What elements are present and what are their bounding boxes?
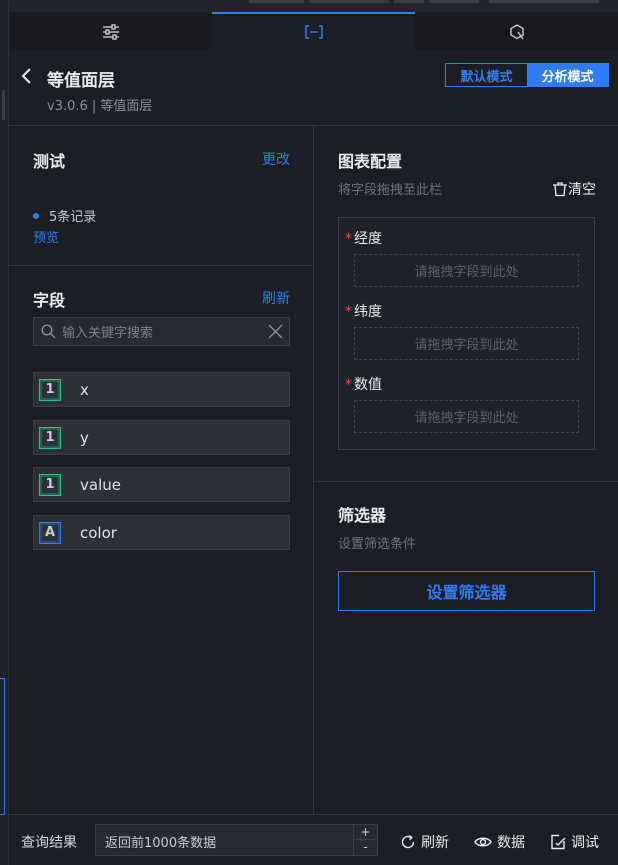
divider — [314, 481, 618, 482]
field-name: y — [80, 428, 89, 447]
filter-title: 筛选器 — [338, 506, 387, 525]
analysis-mode-button[interactable]: 分析模式 — [527, 64, 608, 86]
field-item[interactable]: 1 y — [33, 420, 290, 455]
drop-zone-latitude[interactable]: 请拖拽字段到此处 — [354, 327, 579, 360]
field-name: value — [80, 475, 121, 494]
chart-config-title: 图表配置 — [338, 152, 403, 171]
chart-config-panel: 图表配置 将字段拖拽至此栏 清空 * 经度 请拖拽字段到此处 * 纬度 请拖拽字段到… — [314, 126, 618, 814]
interaction-icon — [509, 24, 524, 40]
field-item[interactable]: A color — [33, 515, 290, 550]
component-version: v3.0.6 | 等值面层 — [47, 99, 153, 114]
debug-label: 调试 — [571, 835, 599, 851]
filter-hint: 设置筛选条件 — [338, 537, 417, 552]
preview-link[interactable]: 预览 — [33, 227, 59, 246]
trash-icon — [553, 182, 567, 197]
field-name: x — [80, 380, 89, 399]
field-name: color — [80, 523, 117, 542]
back-arrow-icon[interactable] — [19, 66, 35, 86]
divider — [9, 265, 313, 266]
data-button[interactable]: 数据 — [474, 832, 525, 852]
field-mapping-box: * 经度 请拖拽字段到此处 * 纬度 请拖拽字段到此处 * 数值 请拖拽字段到此处 — [338, 217, 595, 450]
change-link[interactable]: 更改 — [262, 149, 290, 169]
refresh-label: 刷新 — [421, 835, 449, 851]
data-label: 数据 — [497, 835, 525, 851]
slot-label: * 经度 — [345, 231, 382, 247]
test-title: 测试 — [33, 152, 66, 171]
edge-selection-marker — [0, 678, 5, 815]
panel-tabs — [9, 12, 618, 50]
query-result-label: 查询结果 — [21, 835, 77, 851]
component-header: 等值面层 v3.0.6 | 等值面层 默认模式 分析模式 — [9, 50, 618, 126]
sliders-icon — [102, 24, 119, 40]
refresh-fields-link[interactable]: 刷新 — [262, 288, 290, 308]
field-item[interactable]: 1 x — [33, 372, 290, 407]
left-edge-strip — [0, 0, 9, 865]
data-bracket-icon — [304, 25, 323, 39]
set-filter-button[interactable]: 设置筛选器 — [338, 571, 595, 611]
chart-config-hint: 将字段拖拽至此栏 — [338, 183, 443, 198]
tab-interaction[interactable] — [415, 12, 618, 50]
drop-zone-longitude[interactable]: 请拖拽字段到此处 — [354, 254, 579, 287]
decrement-button[interactable]: - — [354, 840, 377, 855]
default-mode-button[interactable]: 默认模式 — [446, 64, 527, 86]
top-strip — [9, 0, 618, 12]
number-type-icon: 1 — [39, 426, 61, 449]
refresh-icon — [401, 834, 415, 849]
slot-label: * 纬度 — [345, 304, 382, 320]
record-count-text: 5条记录 — [49, 210, 97, 225]
drop-zone-value[interactable]: 请拖拽字段到此处 — [354, 400, 579, 433]
eye-icon — [474, 837, 492, 847]
data-source-panel: 测试 更改 5条记录 预览 字段 刷新 输入关键字搜索 1 x 1 y 1 va… — [9, 126, 314, 814]
debug-icon — [551, 834, 566, 850]
record-count: 5条记录 — [33, 206, 96, 225]
number-type-icon: 1 — [39, 473, 61, 496]
query-limit-input[interactable]: 返回前1000条数据 + - — [95, 824, 378, 856]
refresh-button[interactable]: 刷新 — [400, 832, 449, 852]
query-limit-value[interactable]: 返回前1000条数据 — [105, 832, 216, 851]
field-item[interactable]: 1 value — [33, 467, 290, 502]
string-type-icon: A — [39, 521, 61, 544]
clear-search-icon[interactable] — [261, 324, 289, 339]
slot-label: * 数值 — [345, 377, 382, 393]
query-bar: 查询结果 返回前1000条数据 + - 刷新 数据 调试 — [9, 814, 618, 865]
tab-data[interactable] — [212, 12, 415, 50]
increment-button[interactable]: + — [354, 825, 377, 840]
component-title: 等值面层 — [47, 71, 115, 91]
clear-button[interactable]: 清空 — [552, 179, 596, 199]
mode-switch: 默认模式 分析模式 — [445, 63, 609, 87]
fields-title: 字段 — [33, 291, 66, 310]
search-input[interactable]: 输入关键字搜索 — [62, 322, 261, 341]
debug-button[interactable]: 调试 — [550, 832, 599, 852]
query-limit-stepper: + - — [353, 825, 377, 855]
number-type-icon: 1 — [39, 378, 61, 401]
record-dot — [33, 212, 39, 219]
edge-tick — [2, 90, 5, 120]
tab-style[interactable] — [9, 12, 212, 50]
clear-label: 清空 — [568, 182, 596, 198]
field-search[interactable]: 输入关键字搜索 — [33, 317, 290, 346]
search-icon — [34, 318, 62, 345]
